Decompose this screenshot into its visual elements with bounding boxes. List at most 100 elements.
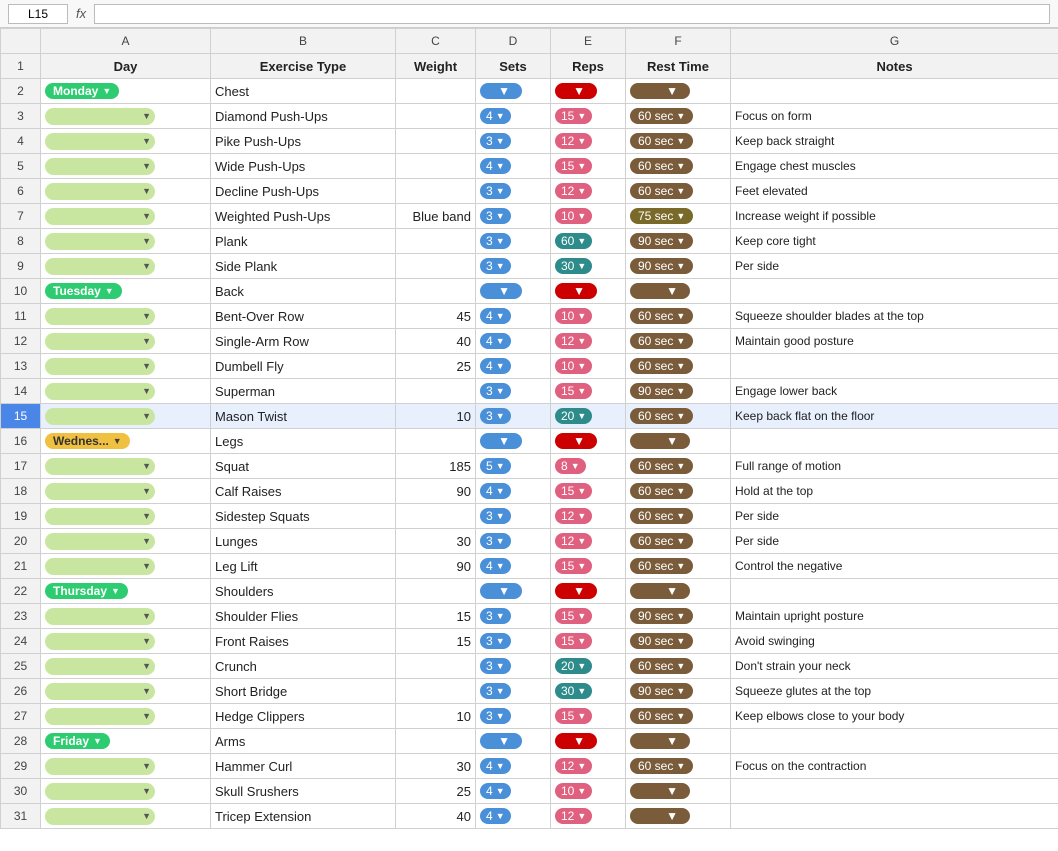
weight-cell[interactable]: 10	[396, 704, 476, 729]
rest-pill[interactable]: 60 sec ▼	[630, 458, 693, 474]
rest-cell[interactable]: 60 sec ▼	[626, 179, 731, 204]
day-dropdown-arrow[interactable]: ▼	[111, 586, 120, 596]
sets-cell[interactable]: 3 ▼	[476, 679, 551, 704]
sets-cell[interactable]: 3 ▼	[476, 529, 551, 554]
rest-pill[interactable]: 90 sec ▼	[630, 633, 693, 649]
sets-pill[interactable]: 3 ▼	[480, 633, 511, 649]
notes-cell[interactable]	[731, 804, 1058, 829]
weight-cell[interactable]: 40	[396, 804, 476, 829]
day-dropdown-arrow[interactable]: ▼	[142, 111, 151, 121]
day-dropdown-arrow[interactable]: ▼	[113, 436, 122, 446]
reps-dropdown-arrow[interactable]: ▼	[573, 584, 585, 598]
reps-cell[interactable]: 10 ▼	[551, 204, 626, 229]
day-dropdown-arrow[interactable]: ▼	[142, 136, 151, 146]
rest-empty-pill[interactable]: ▼	[630, 733, 690, 749]
reps-pill[interactable]: 12 ▼	[555, 758, 592, 774]
notes-cell[interactable]: Squeeze glutes at the top	[731, 679, 1058, 704]
exercise-cell[interactable]: Front Raises	[211, 629, 396, 654]
reps-empty-pill[interactable]: ▼	[555, 283, 597, 299]
reps-cell[interactable]: 12 ▼	[551, 329, 626, 354]
sets-empty-pill[interactable]: ▼	[480, 583, 522, 599]
sets-cell[interactable]: 4 ▼	[476, 104, 551, 129]
sets-pill[interactable]: 3 ▼	[480, 608, 511, 624]
rest-cell[interactable]: ▼	[626, 279, 731, 304]
day-cell[interactable]: ▼	[41, 654, 211, 679]
rest-dropdown-arrow[interactable]: ▼	[666, 734, 678, 748]
rest-dropdown-arrow[interactable]: ▼	[666, 84, 678, 98]
rest-dropdown-arrow[interactable]: ▼	[676, 386, 685, 396]
empty-day-cell[interactable]: ▼	[45, 308, 155, 325]
sets-dropdown-arrow[interactable]: ▼	[496, 136, 505, 146]
reps-cell[interactable]: ▼	[551, 729, 626, 754]
rest-pill[interactable]: 60 sec ▼	[630, 508, 693, 524]
rest-pill[interactable]: 90 sec ▼	[630, 608, 693, 624]
reps-dropdown-arrow[interactable]: ▼	[577, 811, 586, 821]
reps-pill[interactable]: 15 ▼	[555, 108, 592, 124]
sets-cell[interactable]: 3 ▼	[476, 654, 551, 679]
rest-dropdown-arrow[interactable]: ▼	[676, 511, 685, 521]
weight-cell[interactable]: Blue band	[396, 204, 476, 229]
exercise-cell[interactable]: Squat	[211, 454, 396, 479]
reps-dropdown-arrow[interactable]: ▼	[577, 336, 586, 346]
exercise-cell[interactable]: Side Plank	[211, 254, 396, 279]
sets-empty-pill[interactable]: ▼	[480, 433, 522, 449]
weight-cell[interactable]	[396, 579, 476, 604]
reps-cell[interactable]: 12 ▼	[551, 179, 626, 204]
notes-cell[interactable]: Per side	[731, 529, 1058, 554]
rest-dropdown-arrow[interactable]: ▼	[676, 161, 685, 171]
rest-pill[interactable]: 60 sec ▼	[630, 708, 693, 724]
sets-pill[interactable]: 4 ▼	[480, 108, 511, 124]
day-cell[interactable]: ▼	[41, 629, 211, 654]
reps-cell[interactable]: 12 ▼	[551, 804, 626, 829]
notes-cell[interactable]: Control the negative	[731, 554, 1058, 579]
empty-day-cell[interactable]: ▼	[45, 133, 155, 150]
reps-pill[interactable]: 30 ▼	[555, 258, 592, 274]
sets-dropdown-arrow[interactable]: ▼	[498, 84, 510, 98]
sets-pill[interactable]: 4 ▼	[480, 358, 511, 374]
notes-cell[interactable]	[731, 354, 1058, 379]
sets-dropdown-arrow[interactable]: ▼	[496, 511, 505, 521]
rest-cell[interactable]: 60 sec ▼	[626, 529, 731, 554]
day-cell[interactable]: Wednes... ▼	[41, 429, 211, 454]
reps-pill[interactable]: 10 ▼	[555, 208, 592, 224]
rest-pill[interactable]: 75 sec ▼	[630, 208, 693, 224]
reps-pill[interactable]: 10 ▼	[555, 783, 592, 799]
rest-cell[interactable]: 60 sec ▼	[626, 129, 731, 154]
reps-pill[interactable]: 15 ▼	[555, 608, 592, 624]
rest-cell[interactable]: 60 sec ▼	[626, 354, 731, 379]
empty-day-cell[interactable]: ▼	[45, 408, 155, 425]
reps-dropdown-arrow[interactable]: ▼	[573, 84, 585, 98]
day-dropdown-arrow[interactable]: ▼	[142, 186, 151, 196]
sets-cell[interactable]: 3 ▼	[476, 629, 551, 654]
empty-day-cell[interactable]: ▼	[45, 158, 155, 175]
rest-dropdown-arrow[interactable]: ▼	[676, 211, 685, 221]
empty-day-cell[interactable]: ▼	[45, 758, 155, 775]
reps-cell[interactable]: 10 ▼	[551, 354, 626, 379]
weight-cell[interactable]	[396, 654, 476, 679]
sets-dropdown-arrow[interactable]: ▼	[496, 636, 505, 646]
day-cell[interactable]: ▼	[41, 529, 211, 554]
sets-pill[interactable]: 4 ▼	[480, 333, 511, 349]
rest-dropdown-arrow[interactable]: ▼	[676, 661, 685, 671]
sets-pill[interactable]: 4 ▼	[480, 783, 511, 799]
weight-cell[interactable]	[396, 254, 476, 279]
rest-dropdown-arrow[interactable]: ▼	[676, 711, 685, 721]
sets-pill[interactable]: 3 ▼	[480, 508, 511, 524]
empty-day-cell[interactable]: ▼	[45, 658, 155, 675]
sets-dropdown-arrow[interactable]: ▼	[496, 186, 505, 196]
sets-cell[interactable]: 3 ▼	[476, 504, 551, 529]
empty-day-cell[interactable]: ▼	[45, 783, 155, 800]
rest-cell[interactable]: ▼	[626, 79, 731, 104]
rest-pill[interactable]: 60 sec ▼	[630, 358, 693, 374]
rest-cell[interactable]: 90 sec ▼	[626, 379, 731, 404]
weight-cell[interactable]: 25	[396, 779, 476, 804]
sets-cell[interactable]: 3 ▼	[476, 379, 551, 404]
empty-day-cell[interactable]: ▼	[45, 383, 155, 400]
reps-cell[interactable]: 15 ▼	[551, 154, 626, 179]
weight-cell[interactable]	[396, 79, 476, 104]
rest-pill[interactable]: 60 sec ▼	[630, 658, 693, 674]
sets-pill[interactable]: 4 ▼	[480, 808, 511, 824]
rest-dropdown-arrow[interactable]: ▼	[676, 336, 685, 346]
reps-cell[interactable]: ▼	[551, 579, 626, 604]
rest-dropdown-arrow[interactable]: ▼	[666, 434, 678, 448]
